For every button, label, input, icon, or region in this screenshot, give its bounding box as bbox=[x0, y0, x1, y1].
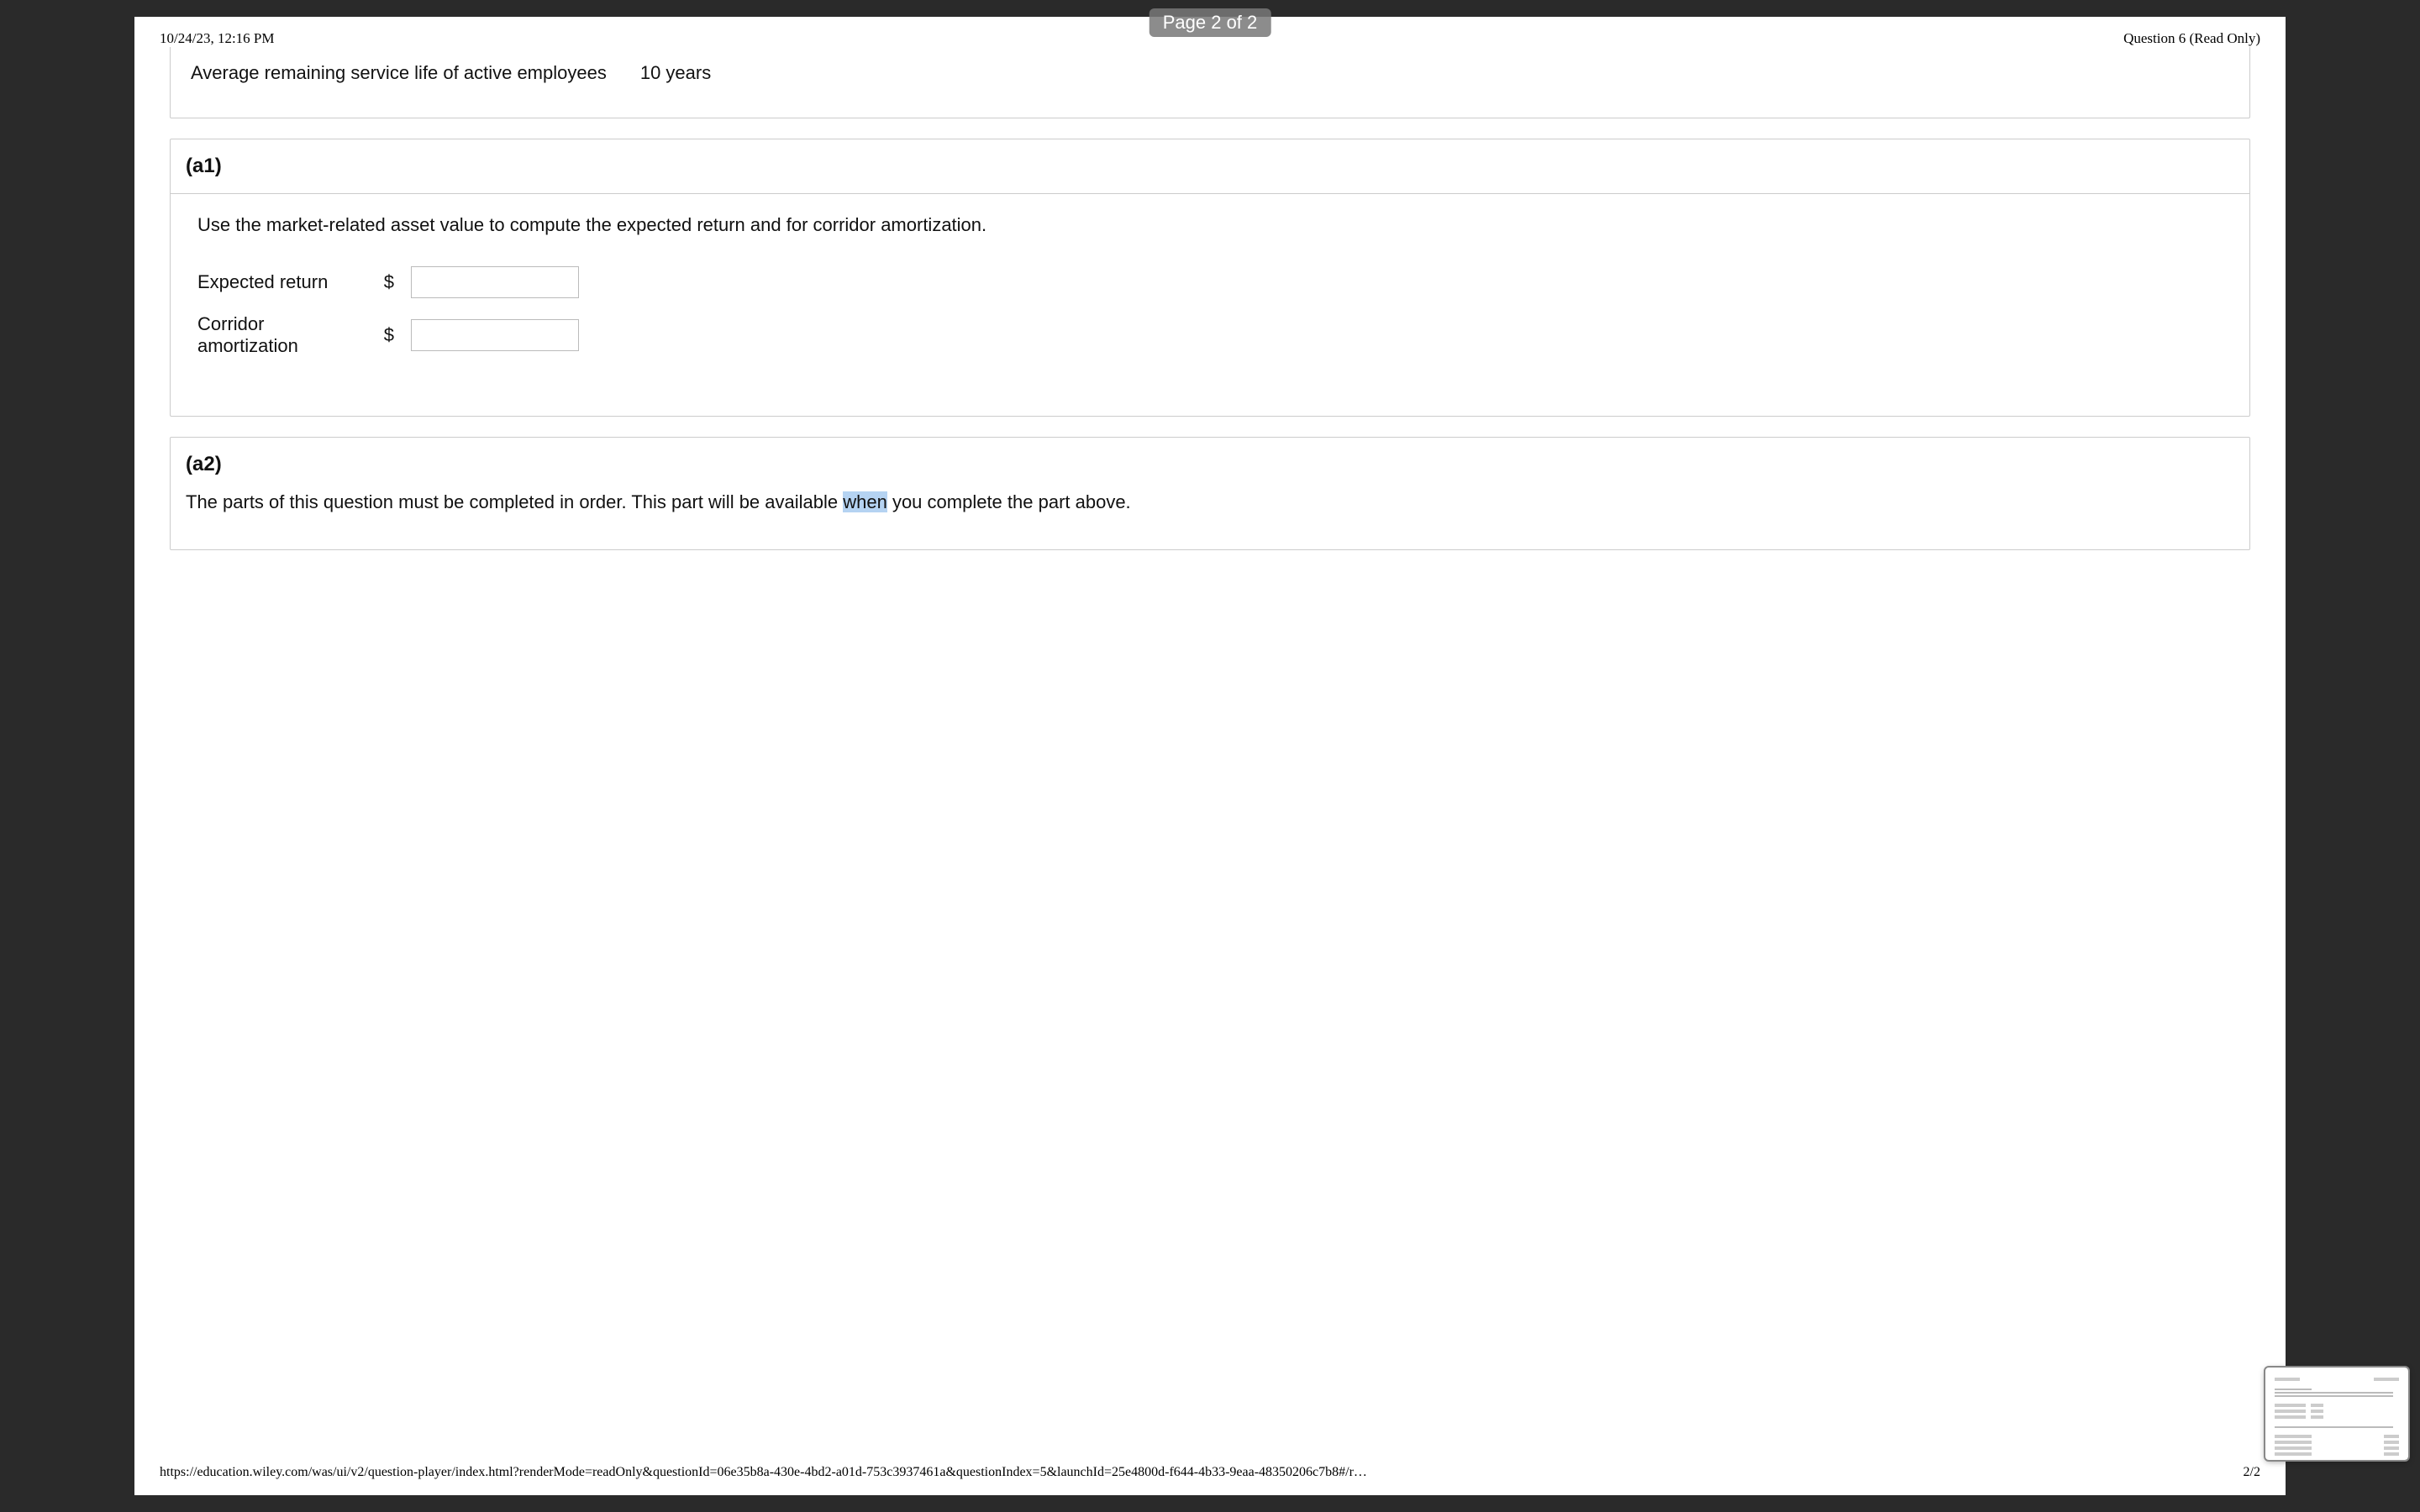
currency-symbol: $ bbox=[382, 271, 394, 293]
section-a2-card: (a2) The parts of this question must be … bbox=[170, 437, 2250, 550]
a2-text-pre: The parts of this question must be compl… bbox=[186, 491, 843, 512]
print-timestamp: 10/24/23, 12:16 PM bbox=[160, 30, 275, 47]
service-life-row: Average remaining service life of active… bbox=[191, 47, 2229, 84]
service-life-label: Average remaining service life of active… bbox=[191, 62, 607, 84]
corridor-amortization-input[interactable] bbox=[411, 319, 579, 351]
document-page: 10/24/23, 12:16 PM Question 6 (Read Only… bbox=[134, 17, 2286, 1495]
footer-url: https://education.wiley.com/was/ui/v2/qu… bbox=[160, 1465, 1367, 1480]
page-content: Average remaining service life of active… bbox=[134, 47, 2286, 550]
page-thumbnail-preview[interactable] bbox=[2265, 1368, 2408, 1460]
a1-instruction: Use the market-related asset value to co… bbox=[197, 214, 2223, 236]
section-a1-card: (a1) Use the market-related asset value … bbox=[170, 139, 2250, 417]
corridor-amortization-label: Corridor amortization bbox=[197, 313, 366, 357]
a2-text-post: you complete the part above. bbox=[887, 491, 1131, 512]
page-footer: https://education.wiley.com/was/ui/v2/qu… bbox=[160, 1465, 2260, 1480]
page-indicator-badge: Page 2 of 2 bbox=[1150, 8, 1271, 37]
service-life-value: 10 years bbox=[640, 62, 711, 84]
section-a1-title: (a1) bbox=[171, 139, 2249, 194]
a2-text-highlight: when bbox=[843, 491, 887, 512]
print-title: Question 6 (Read Only) bbox=[2123, 30, 2260, 47]
expected-return-row: Expected return $ bbox=[197, 266, 2223, 298]
footer-page-number: 2/2 bbox=[2244, 1465, 2260, 1480]
section-a2-title: (a2) bbox=[171, 438, 2249, 481]
expected-return-input[interactable] bbox=[411, 266, 579, 298]
corridor-amortization-row: Corridor amortization $ bbox=[197, 313, 2223, 357]
section-a2-body: The parts of this question must be compl… bbox=[171, 481, 2249, 549]
currency-symbol: $ bbox=[382, 324, 394, 346]
section-a1-body: Use the market-related asset value to co… bbox=[171, 194, 2249, 416]
info-card-top: Average remaining service life of active… bbox=[170, 47, 2250, 118]
expected-return-label: Expected return bbox=[197, 271, 366, 293]
